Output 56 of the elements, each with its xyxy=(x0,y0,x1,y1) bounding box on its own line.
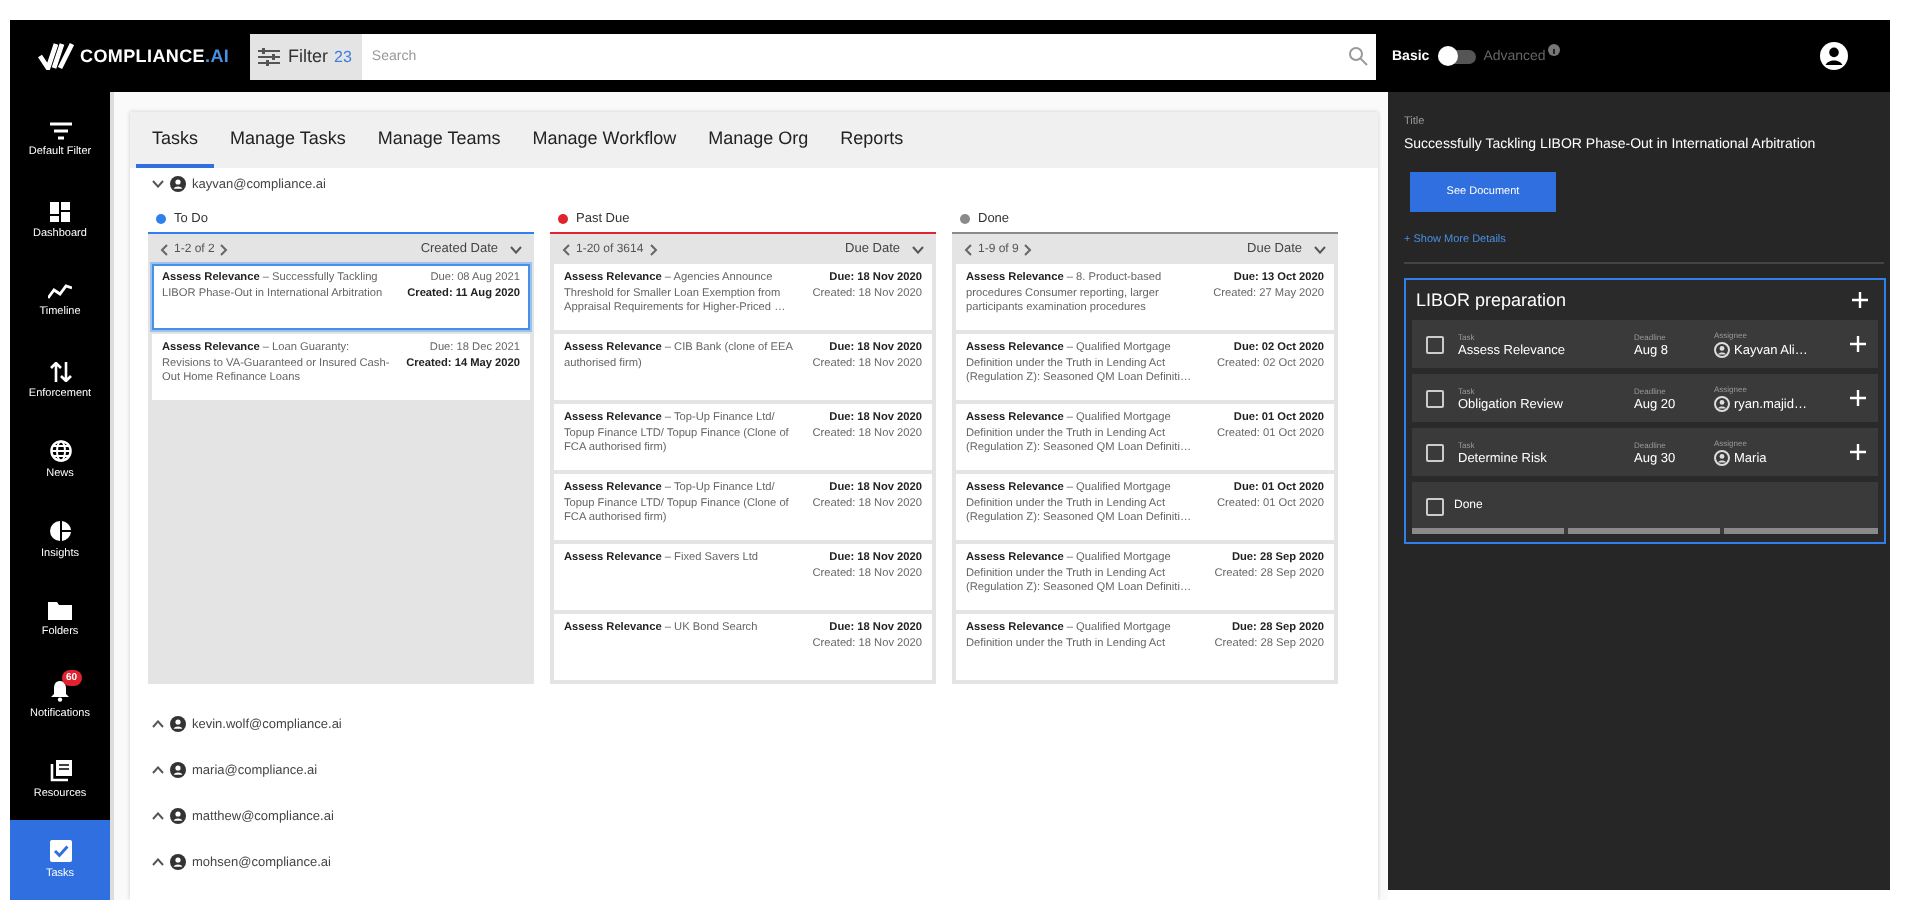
user-icon xyxy=(1714,396,1730,412)
checkbox-icon xyxy=(49,840,71,862)
tab[interactable]: Manage Teams xyxy=(361,112,517,168)
filter-button[interactable]: Filter xyxy=(250,33,334,79)
mode-toggle[interactable] xyxy=(1437,49,1476,63)
user-icon xyxy=(170,808,186,824)
chevron-left-icon[interactable] xyxy=(964,243,972,255)
caret-icon[interactable] xyxy=(152,858,164,866)
chevron-left-icon[interactable] xyxy=(562,243,570,255)
tab[interactable]: Manage Tasks xyxy=(214,112,362,168)
checklist-title: LIBOR preparation xyxy=(1416,290,1567,310)
tab[interactable]: Reports xyxy=(824,112,920,168)
folder-icon xyxy=(48,602,72,620)
filter-count: 23 xyxy=(334,33,362,79)
info-icon[interactable] xyxy=(1547,44,1560,56)
chevron-right-icon[interactable] xyxy=(649,243,658,255)
bell-icon xyxy=(50,680,70,702)
tab[interactable]: Manage Workflow xyxy=(516,112,693,168)
plus-icon[interactable] xyxy=(1850,390,1866,406)
user-icon xyxy=(1714,450,1730,466)
caret-icon[interactable] xyxy=(152,720,164,728)
chevron-right-icon[interactable] xyxy=(1024,243,1033,255)
checkbox[interactable] xyxy=(1426,335,1444,353)
caret-icon[interactable] xyxy=(152,180,164,188)
tab[interactable]: Manage Org xyxy=(692,112,825,168)
plus-icon[interactable] xyxy=(1850,336,1866,352)
user-icon xyxy=(170,716,186,732)
sliders-icon xyxy=(258,47,280,65)
checkbox[interactable] xyxy=(1426,443,1444,461)
chevron-right-icon[interactable] xyxy=(220,243,229,255)
user-icon xyxy=(1714,342,1730,358)
globe-icon xyxy=(49,440,71,462)
line-chart-icon xyxy=(48,283,72,299)
user-icon xyxy=(170,762,186,778)
user-icon xyxy=(170,854,186,870)
user-avatar-icon[interactable] xyxy=(1820,42,1848,70)
logo-icon xyxy=(38,42,74,70)
caret-down-icon[interactable] xyxy=(912,245,924,253)
checkbox[interactable] xyxy=(1426,497,1444,515)
pie-chart-icon xyxy=(49,520,71,542)
chevron-left-icon[interactable] xyxy=(160,243,168,255)
dashboard-icon xyxy=(50,201,70,221)
search-icon[interactable] xyxy=(1348,46,1368,66)
caret-icon[interactable] xyxy=(152,812,164,820)
documents-icon xyxy=(49,760,71,782)
user-icon xyxy=(170,176,186,192)
filter-icon xyxy=(49,122,71,140)
logo-text: COMPLIANCE.AI xyxy=(80,46,230,66)
caret-down-icon[interactable] xyxy=(510,245,522,253)
plus-icon[interactable] xyxy=(1852,292,1868,308)
caret-icon[interactable] xyxy=(152,766,164,774)
plus-icon[interactable] xyxy=(1850,444,1866,460)
checkbox[interactable] xyxy=(1426,389,1444,407)
caret-down-icon[interactable] xyxy=(1314,245,1326,253)
arrows-icon xyxy=(49,361,71,381)
tab[interactable]: Tasks xyxy=(136,112,215,168)
